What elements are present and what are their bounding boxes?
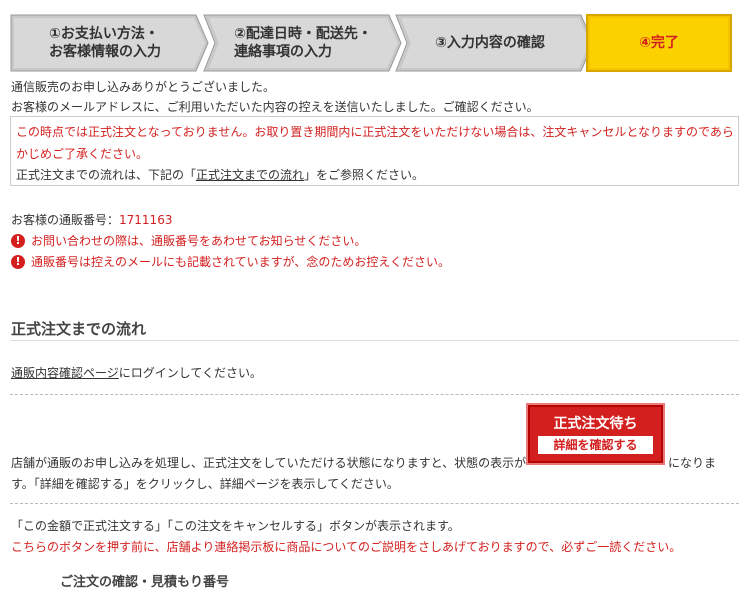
exclamation-icon: ! [11,254,25,269]
step-delivery-info: ②配達日時・配送先・ 連絡事項の入力 [203,14,403,72]
flow-anchor-link[interactable]: 正式注文までの流れ [196,168,304,182]
notice-line2: かじめご了承ください。 [16,147,149,161]
thanks-message: 通信販売のお申し込みありがとうございました。 [11,80,276,94]
status-badge-awaiting-order: 正式注文待ち 詳細を確認する [528,405,663,463]
progress-steps: ①お支払い方法・ お客様情報の入力 ②配達日時・配送先・ 連絡事項の入力 ③入力内容… [10,14,732,72]
view-details-button[interactable]: 詳細を確認する [538,436,653,454]
step-complete-active: ④完了 [586,14,732,72]
step2-line2: す。「詳細を確認する」をクリックし、詳細ページを表示してください。 [11,477,399,491]
notice-line3: 正式注文までの流れは、下記の「正式注文までの流れ」をご参照ください。 [16,168,425,182]
flow-heading: 正式注文までの流れ [11,320,147,338]
step-payment-info: ①お支払い方法・ お客様情報の入力 [10,14,210,72]
step2-line1-end: になりま [668,456,717,470]
order-number-row: お客様の通販番号：1711163 [11,213,173,227]
exclamation-icon: ! [11,233,25,248]
step-confirm: ③入力内容の確認 [395,14,595,72]
alert-item: ! 通販番号は控えのメールにも記載されていますが、念のためお控えください。 [11,253,450,270]
badge-title: 正式注文待ち [553,416,638,432]
order-detail-page-link[interactable]: 通販内容確認ページ [11,366,119,380]
order-number: 1711163 [119,213,173,227]
email-sent-message: お客様のメールアドレスに、ご利用いただいた内容の控えを送信いたしました。ご確認く… [11,100,539,114]
login-instruction: 通販内容確認ページにログインしてください。 [11,366,263,380]
dotted-divider [10,503,739,504]
step2-line1: 店舗が通販のお申し込みを処理し、正式注文をしていただける状態になりますと、状態の… [11,456,527,470]
dotted-divider [10,394,739,395]
step3-line2: こちらのボタンを押す前に、店舗より連絡掲示板に商品についてのご説明をさしあげてお… [11,540,682,554]
step3-line1: 「この金額で正式注文する」「この注文をキャンセルする」ボタンが表示されます。 [11,519,460,533]
notice-line1: この時点では正式注文となっておりません。お取り置き期間内に正式注文をいただけない… [16,125,734,139]
notice-box: この時点では正式注文となっておりません。お取り置き期間内に正式注文をいただけない… [10,116,739,186]
alert-item: ! お問い合わせの際は、通販番号をあわせてお知らせください。 [11,232,366,249]
heading-divider [10,340,739,341]
